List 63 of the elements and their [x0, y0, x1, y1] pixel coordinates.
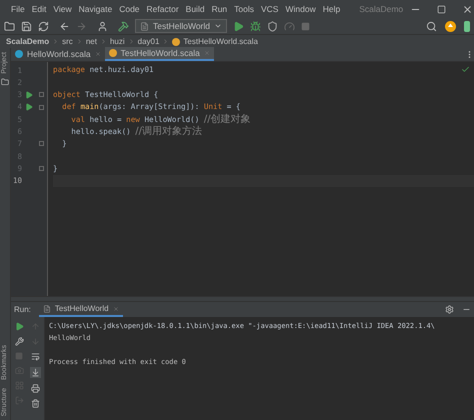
update-icon[interactable] [445, 20, 456, 32]
breadcrumb-item[interactable]: TestHelloWorld.scala [183, 36, 258, 48]
debug-icon[interactable] [250, 20, 262, 32]
file-icon [140, 22, 149, 30]
menu-item[interactable]: Code [119, 2, 140, 16]
object-file-icon [172, 38, 180, 46]
fold-marker-icon[interactable] [38, 104, 44, 110]
breadcrumb-item[interactable]: huzi [110, 36, 125, 48]
wrench-icon[interactable] [14, 337, 24, 346]
fold-marker-icon[interactable] [38, 166, 44, 172]
menu-item[interactable]: Run [212, 2, 228, 16]
run-config-dropdown[interactable]: TestHelloWorld [135, 19, 228, 33]
breadcrumb-item[interactable]: net [86, 36, 97, 48]
menu-item[interactable]: View [53, 2, 72, 16]
editor-tab[interactable]: HelloWorld.scala [11, 47, 105, 61]
chevron-right-icon [100, 38, 107, 45]
scroll-to-end-icon[interactable] [30, 367, 41, 378]
menu-item[interactable]: Refactor [146, 2, 179, 16]
hammer-icon[interactable] [118, 20, 129, 32]
menu-item[interactable]: Navigate [78, 2, 112, 16]
folder-icon[interactable] [4, 20, 15, 32]
run-panel-label: Run: [14, 304, 31, 316]
close-icon[interactable] [94, 51, 101, 57]
coverage-icon[interactable] [267, 20, 278, 32]
run-tab[interactable]: TestHelloWorld [38, 302, 123, 317]
chevron-right-icon [76, 38, 83, 45]
soft-wrap-icon[interactable] [31, 352, 40, 361]
menu-item[interactable]: Build [186, 2, 205, 16]
menu-item[interactable]: Edit [32, 2, 46, 16]
print-icon[interactable] [31, 384, 40, 393]
breadcrumb-item[interactable]: ScalaDemo [6, 36, 50, 48]
menu-item[interactable]: Window [285, 2, 316, 16]
chevron-right-icon [52, 38, 60, 45]
chevron-right-icon [162, 38, 170, 45]
sync-icon[interactable] [38, 20, 49, 32]
rerun-icon[interactable] [14, 322, 24, 331]
caret-icon [214, 22, 222, 30]
settings-icon[interactable] [445, 305, 454, 314]
breadcrumb-item[interactable]: src [62, 36, 73, 48]
breadcrumb-item[interactable]: day01 [138, 36, 160, 48]
folder-icon[interactable] [1, 78, 9, 86]
maximize-icon[interactable] [437, 4, 446, 14]
user-icon[interactable] [97, 20, 108, 32]
editor-tab[interactable]: TestHelloWorld.scala [104, 47, 214, 61]
menu-item[interactable]: File [11, 2, 25, 16]
fold-marker-icon[interactable] [38, 141, 44, 146]
check-icon [461, 65, 470, 74]
back-icon[interactable] [59, 20, 70, 32]
window-title: ScalaDemo [359, 2, 404, 16]
trash-icon[interactable] [31, 399, 40, 408]
menu-item[interactable]: Tools [234, 2, 254, 16]
search-icon[interactable] [426, 20, 437, 32]
menu-item[interactable]: Help [322, 2, 340, 16]
chevron-right-icon [128, 38, 135, 45]
class-file-icon [15, 50, 23, 58]
menu-item[interactable]: VCS [261, 2, 278, 16]
close-icon[interactable] [112, 306, 119, 312]
run-icon[interactable] [233, 20, 244, 32]
file-icon [42, 304, 51, 312]
object-file-icon [108, 49, 117, 57]
save-icon[interactable] [21, 20, 32, 32]
fold-marker-icon[interactable] [38, 92, 44, 98]
close-icon[interactable] [462, 4, 474, 14]
